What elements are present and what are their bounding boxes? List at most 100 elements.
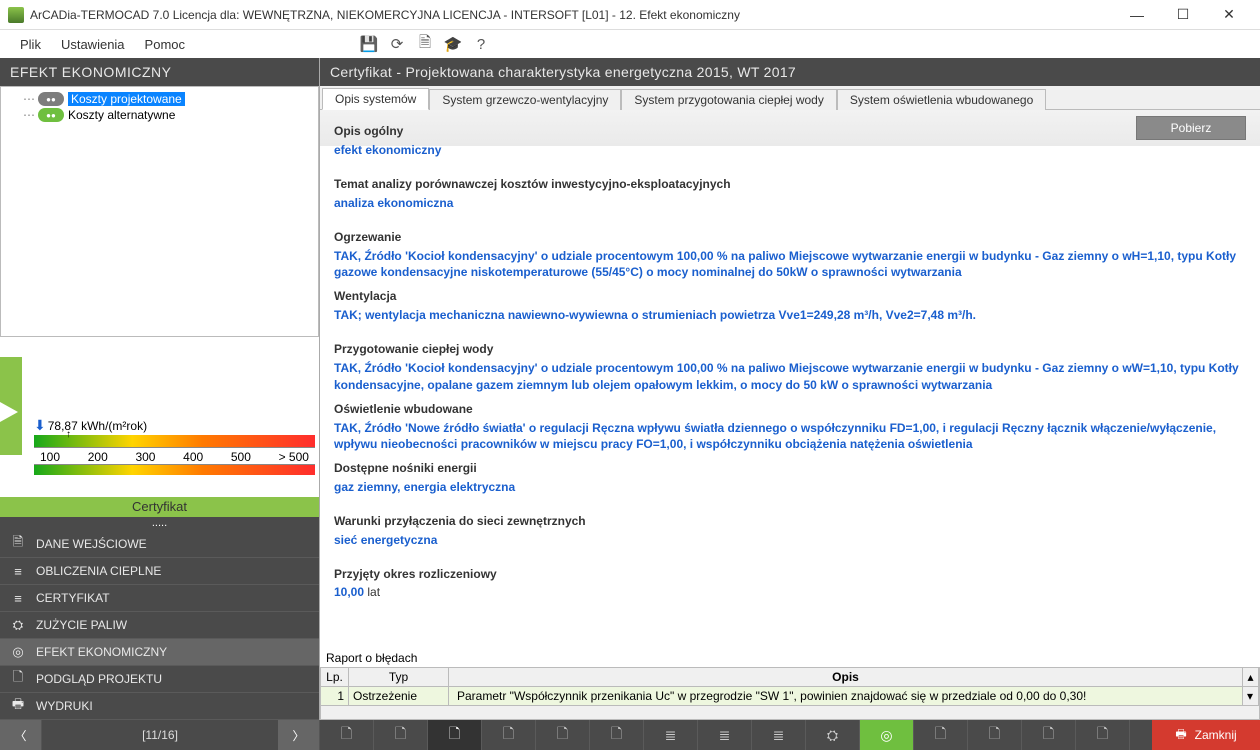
document-icon[interactable]: 🗎 [411,30,439,58]
value-okres: 10,00 lat [334,585,1246,599]
certificate-dots[interactable]: ..... [0,517,319,531]
label-ciepla-woda: Przygotowanie ciepłej wody [334,342,1246,356]
tree-bullet-icon: ●● [38,108,64,122]
value-ogrzewanie[interactable]: TAK, Źródło 'Kocioł kondensacyjny' o udz… [334,248,1246,282]
next-page-button[interactable]: 〉 [278,720,320,750]
prev-page-button[interactable]: 〈 [0,720,42,750]
gauge-arrow-icon [0,402,18,422]
close-window-button[interactable]: ✕ [1206,0,1252,30]
tab-system-grzewczo[interactable]: System grzewczo-wentylacyjny [429,89,621,110]
menu-plik[interactable]: Plik [10,33,51,56]
error-scrollbar[interactable] [321,705,1259,719]
tree-area: ⋯ ●● Koszty projektowane ⋯ ●● Koszty alt… [0,86,319,337]
help-icon[interactable]: ? [467,30,495,58]
nav-efekt-ekonomiczny[interactable]: ◎ EFEKT EKONOMICZNY [0,639,319,666]
save-icon[interactable]: 💾 [355,30,383,58]
footer-tool-13[interactable]: 🗋 [968,720,1022,750]
page-indicator: [11/16] [42,720,278,750]
footer-tool-12[interactable]: 🗋 [914,720,968,750]
down-arrow-icon: ⬇ [34,417,46,434]
footer-tool-2[interactable]: 🗋 [374,720,428,750]
col-opis: Opis [449,668,1243,686]
menu-ustawienia[interactable]: Ustawienia [51,33,135,56]
gauge-value: ⬇ 78,87 kWh/(m²rok) [34,417,147,434]
footer-tool-14[interactable]: 🗋 [1022,720,1076,750]
footer-tool-15[interactable]: 🗋 [1076,720,1130,750]
value-oswietlenie[interactable]: TAK, Źródło 'Nowe źródło światła' o regu… [334,420,1246,454]
footer-tool-8[interactable]: ≣ [698,720,752,750]
value-temat-analizy[interactable]: analiza ekonomiczna [334,195,1246,212]
value-opis-ogolny[interactable]: efekt ekonomiczny [334,142,1246,159]
tab-system-cieplej-wody[interactable]: System przygotowania ciepłej wody [621,89,836,110]
error-report: Raport o błędach Lp. Typ Opis ▴ 1 Ostrze… [320,649,1260,720]
gauge-marker-icon: ↑ [66,429,71,440]
nav-label: EFEKT EKONOMICZNY [36,645,167,659]
nav-label: OBLICZENIA CIEPLNE [36,564,161,578]
label-okres: Przyjęty okres rozliczeniowy [334,567,1246,581]
value-wentylacja[interactable]: TAK; wentylacja mechaniczna nawiewno-wyw… [334,307,1246,324]
nav-wydruki[interactable]: 🖶 WYDRUKI [0,693,319,720]
label-wentylacja: Wentylacja [334,289,1246,303]
nav-obliczenia-cieplne[interactable]: ≡ OBLICZENIA CIEPLNE [0,558,319,585]
menu-pomoc[interactable]: Pomoc [135,33,195,56]
footer: 〈 [11/16] 〉 🗋 🗋 🗋 🗋 🗋 🗋 ≣ ≣ ≣ ⛭ ◎ 🗋 🗋 🗋 … [0,720,1260,750]
target-icon: ◎ [10,644,26,660]
print-icon: 🖶 [1175,725,1186,746]
footer-toolbar: 🗋 🗋 🗋 🗋 🗋 🗋 ≣ ≣ ≣ ⛭ ◎ 🗋 🗋 🗋 🗋 🖶 Zamknij [320,720,1260,750]
tree-connector-icon: ⋯ [23,92,34,106]
gauge-tick: 500 [231,450,251,464]
footer-tool-11-green[interactable]: ◎ [860,720,914,750]
error-row-typ: Ostrzeżenie [349,687,449,705]
certificate-strip[interactable]: Certyfikat [0,497,319,517]
scroll-down-icon[interactable]: ▾ [1243,687,1259,705]
gauge-tick: > 500 [279,450,309,464]
print-icon: 🖶 [10,695,26,717]
energy-gauge: ⬇ 78,87 kWh/(m²rok) 100 200 300 400 500 … [0,337,319,497]
right-panel-header: Certyfikat - Projektowana charakterystyk… [320,58,1260,86]
gauge-bar-bottom [34,465,315,475]
lines-icon: ≡ [10,564,26,579]
value-warunki[interactable]: sieć energetyczna [334,532,1246,549]
nav-certyfikat[interactable]: ≡CERTYFIKAT [0,585,319,612]
lines-icon: ≡ [10,591,26,606]
pobierz-button[interactable]: Pobierz [1136,116,1246,140]
tab-system-oswietlenia[interactable]: System oświetlenia wbudowanego [837,89,1046,110]
tab-opis-systemow[interactable]: Opis systemów [322,88,429,110]
nav-zuzycie-paliw[interactable]: ⛭ZUŻYCIE PALIW [0,612,319,639]
footer-tool-4[interactable]: 🗋 [482,720,536,750]
value-okres-number[interactable]: 10,00 [334,585,364,599]
footer-tool-5[interactable]: 🗋 [536,720,590,750]
nav-podglad-projektu[interactable]: 🗋PODGLĄD PROJEKTU [0,666,319,693]
right-panel: Certyfikat - Projektowana charakterystyk… [320,58,1260,720]
tree-item-koszty-alternatywne[interactable]: ⋯ ●● Koszty alternatywne [7,107,312,123]
footer-tool-3-active[interactable]: 🗋 [428,720,482,750]
gauge-value-text: 78,87 kWh/(m²rok) [48,419,147,433]
footer-tool-10[interactable]: ⛭ [806,720,860,750]
tree-item-koszty-projektowane[interactable]: ⋯ ●● Koszty projektowane [7,91,312,107]
minimize-button[interactable]: — [1114,0,1160,30]
scroll-up-icon[interactable]: ▴ [1243,668,1259,686]
col-typ: Typ [349,668,449,686]
value-okres-unit: lat [364,585,380,599]
value-nosniki[interactable]: gaz ziemny, energia elektryczna [334,479,1246,496]
label-nosniki: Dostępne nośniki energii [334,461,1246,475]
close-button[interactable]: 🖶 Zamknij [1152,720,1260,750]
close-button-label: Zamknij [1195,728,1237,742]
maximize-button[interactable]: ☐ [1160,0,1206,30]
titlebar: ArCADia-TERMOCAD 7.0 Licencja dla: WEWNĘ… [0,0,1260,30]
footer-tool-9[interactable]: ≣ [752,720,806,750]
nav-dane-wejsciowe[interactable]: 🗎DANE WEJŚCIOWE [0,531,319,558]
footer-tool-7[interactable]: ≣ [644,720,698,750]
preview-icon: 🗋 [10,668,26,690]
label-oswietlenie: Oświetlenie wbudowane [334,402,1246,416]
menubar: Plik Ustawienia Pomoc 💾 ⟳ 🗎 🎓 ? [0,30,1260,58]
refresh-icon[interactable]: ⟳ [383,30,411,58]
tree-item-label: Koszty projektowane [68,92,185,106]
graduation-icon[interactable]: 🎓 [439,30,467,58]
nav-label: WYDRUKI [36,699,93,713]
footer-tool-6[interactable]: 🗋 [590,720,644,750]
value-ciepla-woda[interactable]: TAK, Źródło 'Kocioł kondensacyjny' o udz… [334,360,1246,394]
error-row[interactable]: 1 Ostrzeżenie Parametr "Współczynnik prz… [321,687,1259,705]
footer-tool-1[interactable]: 🗋 [320,720,374,750]
side-nav: 🗎DANE WEJŚCIOWE ≡ OBLICZENIA CIEPLNE ≡CER… [0,531,319,720]
